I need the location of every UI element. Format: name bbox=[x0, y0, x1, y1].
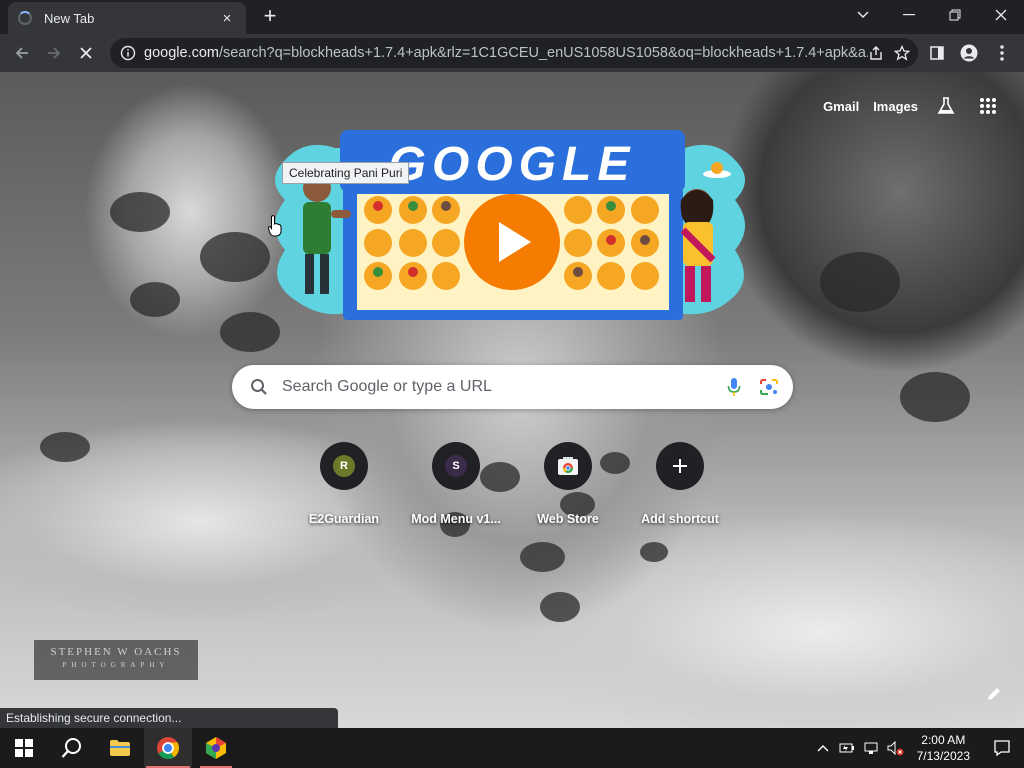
shortcut-mod-menu[interactable]: S Mod Menu v1... bbox=[400, 442, 512, 526]
bookmark-star-icon[interactable] bbox=[894, 45, 910, 61]
tab-new-tab[interactable]: New Tab × bbox=[8, 2, 246, 34]
letter-avatar-icon: S bbox=[445, 455, 467, 477]
tab-title: New Tab bbox=[44, 10, 95, 26]
back-button[interactable] bbox=[6, 37, 38, 69]
doodle-logo-text: GOOGLE bbox=[389, 138, 636, 191]
taskbar-app[interactable] bbox=[192, 728, 240, 768]
voice-search-icon[interactable] bbox=[727, 377, 741, 397]
close-icon bbox=[995, 9, 1007, 21]
images-link[interactable]: Images bbox=[873, 99, 918, 114]
minimize-button[interactable] bbox=[886, 0, 932, 30]
info-icon[interactable] bbox=[120, 45, 136, 61]
share-icon[interactable] bbox=[868, 45, 884, 61]
stop-loading-button[interactable] bbox=[70, 37, 102, 69]
search-labs-icon[interactable] bbox=[932, 94, 960, 118]
watermark-subtitle: PHOTOGRAPHY bbox=[62, 661, 170, 669]
doodle-tooltip: Celebrating Pani Puri bbox=[282, 162, 410, 184]
tab-search-button[interactable] bbox=[840, 0, 886, 30]
hexagon-app-icon bbox=[206, 737, 226, 759]
plus-icon bbox=[673, 459, 687, 473]
url-text: google.com/search?q=blockheads+1.7.4+apk… bbox=[144, 45, 868, 61]
shortcut-label: Add shortcut bbox=[641, 512, 719, 526]
system-tray: 2:00 AM 7/13/2023 bbox=[811, 728, 1024, 768]
shortcut-icon-circle bbox=[544, 442, 592, 490]
taskbar-clock[interactable]: 2:00 AM 7/13/2023 bbox=[907, 732, 980, 764]
search-box[interactable] bbox=[232, 365, 793, 409]
google-apps-icon[interactable] bbox=[974, 94, 1002, 118]
start-button[interactable] bbox=[0, 728, 48, 768]
url-domain: google.com bbox=[144, 45, 219, 61]
folder-icon bbox=[110, 740, 130, 756]
side-panel-icon bbox=[930, 46, 944, 60]
shortcut-web-store[interactable]: Web Store bbox=[512, 442, 624, 526]
close-window-button[interactable] bbox=[978, 0, 1024, 30]
more-vert-icon bbox=[1000, 45, 1004, 61]
lens-search-icon[interactable] bbox=[759, 378, 779, 396]
google-doodle[interactable]: GOOGLE bbox=[265, 130, 755, 322]
battery-icon[interactable] bbox=[835, 728, 859, 768]
shortcut-label: Web Store bbox=[537, 512, 599, 526]
letter-avatar-icon: R bbox=[333, 455, 355, 477]
side-panel-button[interactable] bbox=[921, 37, 953, 69]
shortcut-icon-circle: S bbox=[432, 442, 480, 490]
notification-icon bbox=[994, 740, 1010, 757]
volume-muted-icon[interactable] bbox=[883, 728, 907, 768]
minimize-icon bbox=[903, 14, 915, 16]
url-path: /search?q=blockheads+1.7.4+apk&rlz=1C1GC… bbox=[218, 45, 868, 61]
chrome-icon bbox=[157, 737, 179, 759]
watermark-name: STEPHEN W OACHS bbox=[50, 646, 182, 658]
windows-logo-icon bbox=[15, 739, 33, 757]
search-input[interactable] bbox=[282, 378, 727, 396]
taskbar-chrome[interactable] bbox=[144, 728, 192, 768]
arrow-left-icon bbox=[15, 47, 28, 59]
chevron-up-icon bbox=[817, 745, 829, 752]
windows-taskbar: 2:00 AM 7/13/2023 bbox=[0, 728, 1024, 768]
chevron-down-icon bbox=[857, 11, 869, 18]
close-icon bbox=[80, 47, 92, 59]
restore-icon bbox=[949, 9, 961, 21]
status-bubble: Establishing secure connection... bbox=[0, 708, 338, 728]
web-store-icon bbox=[558, 457, 578, 475]
shortcut-tiles: R E2Guardian S Mod Menu v1... Web Store … bbox=[288, 442, 736, 526]
shortcut-e2guardian[interactable]: R E2Guardian bbox=[288, 442, 400, 526]
gmail-link[interactable]: Gmail bbox=[823, 99, 859, 114]
taskbar-file-explorer[interactable] bbox=[96, 728, 144, 768]
network-icon[interactable] bbox=[859, 728, 883, 768]
shortcut-icon-circle bbox=[656, 442, 704, 490]
address-bar[interactable]: google.com/search?q=blockheads+1.7.4+apk… bbox=[110, 38, 918, 68]
tab-close-icon[interactable]: × bbox=[218, 10, 236, 27]
clock-time: 2:00 AM bbox=[921, 733, 966, 747]
browser-toolbar: google.com/search?q=blockheads+1.7.4+apk… bbox=[0, 34, 1024, 72]
pencil-icon bbox=[988, 688, 1000, 700]
shortcut-label: Mod Menu v1... bbox=[411, 512, 501, 526]
hand-cursor-icon bbox=[268, 215, 282, 237]
search-icon bbox=[251, 379, 267, 395]
profile-button[interactable] bbox=[953, 37, 985, 69]
notifications-button[interactable] bbox=[980, 728, 1024, 768]
add-shortcut-button[interactable]: Add shortcut bbox=[624, 442, 736, 526]
profile-avatar-icon bbox=[960, 44, 978, 62]
show-hidden-icons-button[interactable] bbox=[811, 728, 835, 768]
taskbar-search-button[interactable] bbox=[48, 728, 96, 768]
new-tab-button[interactable]: + bbox=[258, 5, 282, 29]
tab-strip: New Tab × + bbox=[0, 0, 1024, 34]
clock-date: 7/13/2023 bbox=[916, 749, 970, 763]
restore-button[interactable] bbox=[932, 0, 978, 30]
new-tab-page: Gmail Images GOOGLE Celebrating Pani Pur… bbox=[0, 72, 1024, 728]
arrow-right-icon bbox=[48, 47, 61, 59]
customize-chrome-button[interactable] bbox=[986, 686, 1002, 707]
chrome-menu-button[interactable] bbox=[986, 37, 1018, 69]
loading-spinner-icon bbox=[18, 11, 32, 25]
search-icon bbox=[61, 738, 81, 758]
photo-credit-watermark[interactable]: STEPHEN W OACHS PHOTOGRAPHY bbox=[34, 640, 198, 680]
shortcut-icon-circle: R bbox=[320, 442, 368, 490]
shortcut-label: E2Guardian bbox=[308, 512, 380, 526]
forward-button[interactable] bbox=[38, 37, 70, 69]
